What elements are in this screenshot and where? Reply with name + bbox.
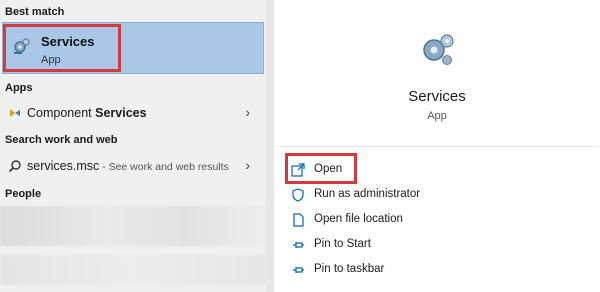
people-result-blurred[interactable] — [0, 255, 266, 285]
pin-to-start-button[interactable]: Pin to Start — [274, 233, 600, 257]
app-subtitle: App — [427, 110, 447, 122]
highlight-box-open — [285, 153, 357, 184]
chevron-right-icon[interactable]: › — [245, 104, 250, 120]
pin-to-taskbar-button[interactable]: Pin to taskbar — [274, 258, 600, 282]
app-result-component-services[interactable]: Component Services › — [0, 99, 266, 127]
file-icon — [293, 213, 304, 227]
open-file-location-label: Open file location — [314, 213, 403, 225]
pin-to-start-label: Pin to Start — [314, 238, 371, 250]
shield-icon — [292, 188, 304, 202]
chevron-right-icon[interactable]: › — [245, 157, 250, 173]
apps-heading: Apps — [5, 82, 33, 94]
gears-icon — [423, 34, 454, 65]
pin-to-taskbar-label: Pin to taskbar — [314, 263, 385, 275]
web-search-result[interactable]: services.msc - See work and web results … — [0, 152, 266, 180]
people-heading: People — [5, 188, 42, 200]
app-result-label: Component Services — [27, 106, 147, 120]
open-file-location-button[interactable]: Open file location — [274, 208, 600, 232]
run-as-administrator-button[interactable]: Run as administrator — [274, 183, 600, 207]
run-as-administrator-label: Run as administrator — [314, 188, 421, 200]
preview-pane: Services App Open Run as administrator O… — [274, 0, 600, 292]
pane-divider — [266, 0, 274, 292]
best-match-heading: Best match — [5, 6, 65, 18]
web-search-text: services.msc - See work and web results — [27, 159, 229, 173]
highlight-box-best-match — [3, 24, 121, 72]
search-icon — [8, 160, 21, 173]
pin-icon — [293, 242, 304, 248]
search-results-pane: Best match Services App Apps Component S… — [0, 0, 266, 292]
pin-icon — [293, 267, 304, 273]
app-preview-card: Services App — [274, 0, 600, 146]
app-title: Services — [408, 88, 466, 105]
people-result-blurred[interactable] — [0, 206, 266, 246]
search-web-heading: Search work and web — [5, 134, 118, 146]
component-services-icon — [10, 109, 20, 117]
